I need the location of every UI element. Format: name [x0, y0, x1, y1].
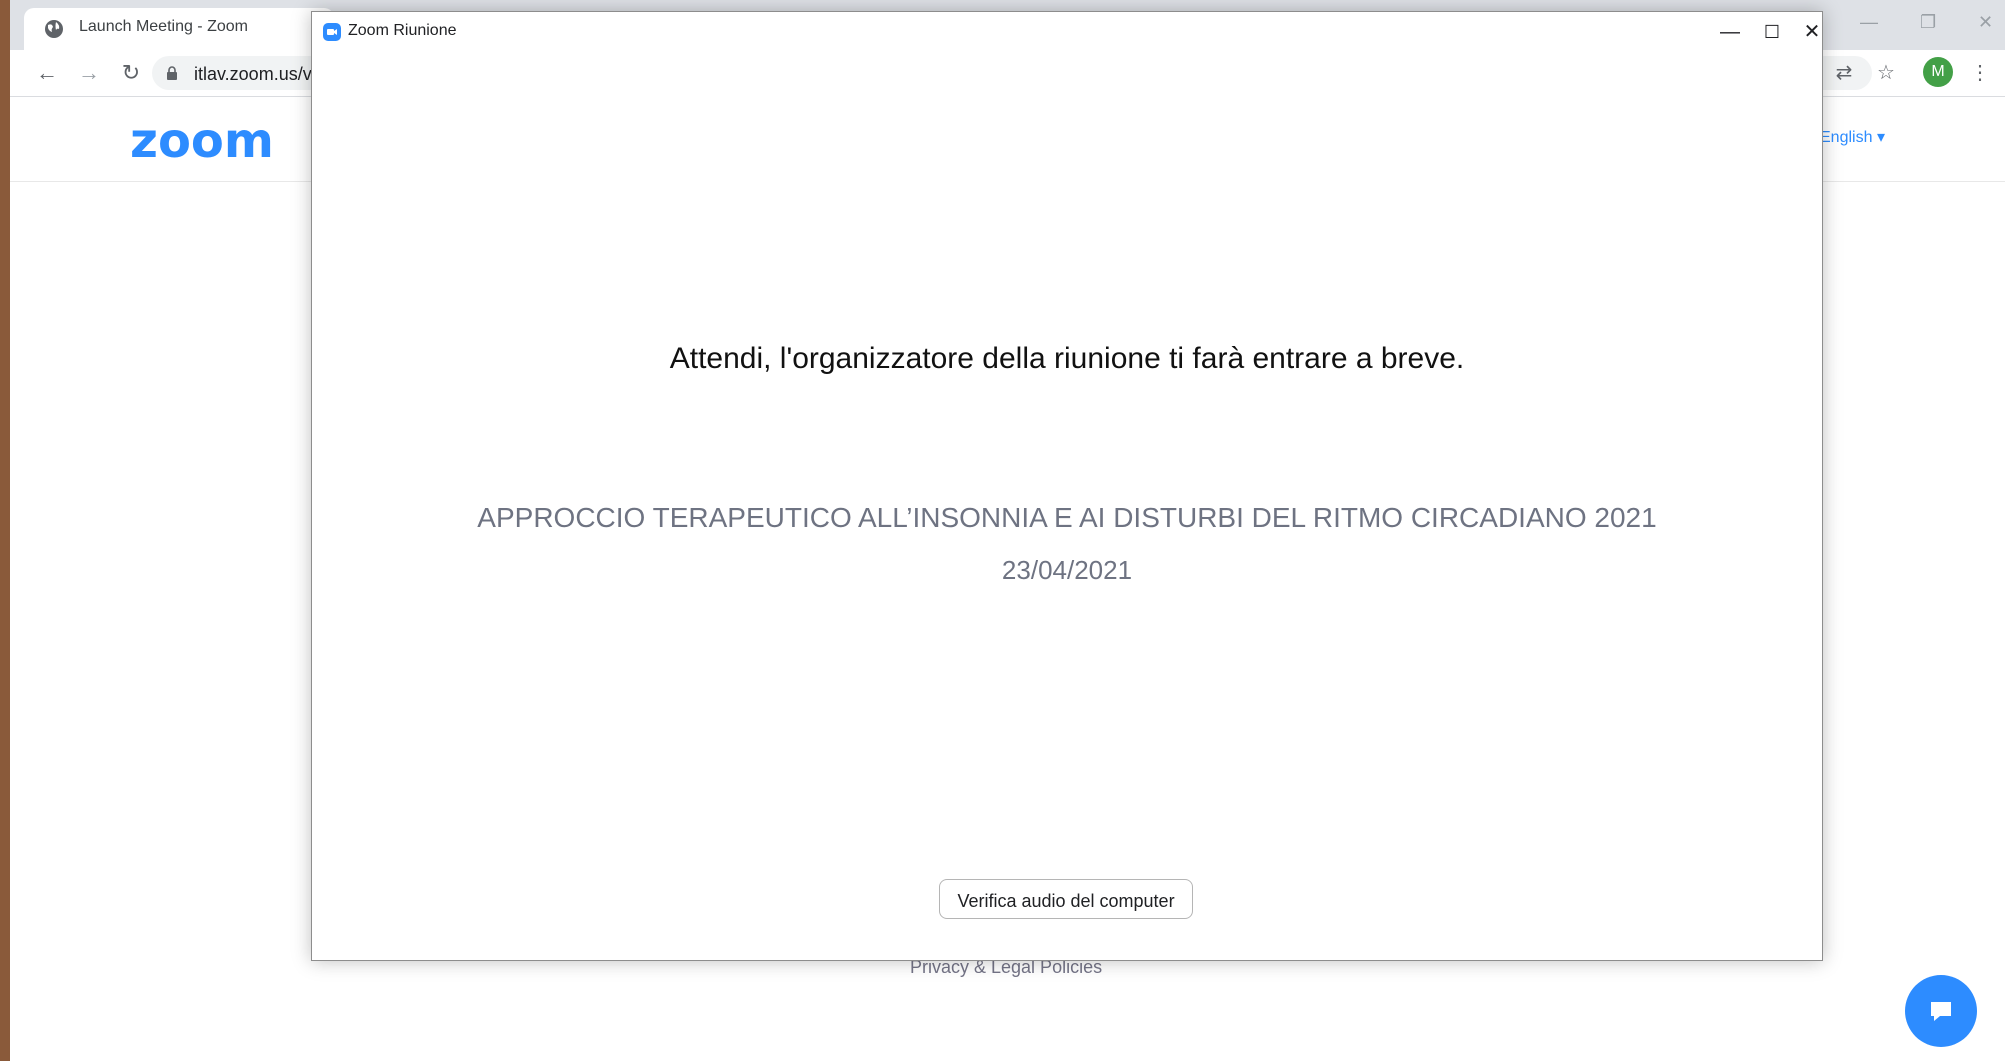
caret-down-icon: ▾ [1876, 129, 1885, 146]
globe-icon [45, 20, 63, 38]
restore-icon[interactable]: ❐ [1920, 12, 1936, 33]
zoom-window-titlebar: Zoom Riunione — ☐ ✕ [312, 12, 1822, 52]
chat-icon [1931, 1002, 1951, 1021]
meeting-date: 23/04/2021 [1001, 555, 1133, 585]
maximize-icon[interactable]: ☐ [1752, 18, 1792, 46]
close-icon[interactable]: ✕ [1792, 18, 1832, 46]
translate-icon[interactable]: ⇄ [1830, 59, 1858, 87]
url-text: itlav.zoom.us/v [194, 64, 312, 84]
zoom-app-icon [323, 23, 341, 41]
close-icon[interactable]: ✕ [1978, 12, 1993, 33]
tab-title: Launch Meeting - Zoom [79, 18, 248, 35]
star-icon[interactable]: ☆ [1872, 59, 1900, 87]
language-selector[interactable]: English ▾ [1820, 127, 1885, 147]
minimize-icon[interactable]: — [1860, 12, 1878, 33]
reload-icon[interactable]: ↻ [116, 58, 146, 88]
profile-avatar[interactable]: M [1923, 57, 1953, 87]
browser-tab[interactable]: Launch Meeting - Zoom ✕ [24, 8, 334, 50]
zoom-logo[interactable]: zoom [130, 113, 274, 169]
lock-icon [167, 66, 177, 80]
kebab-menu-icon[interactable]: ⋮ [1966, 59, 1994, 87]
meeting-topic: APPROCCIO TERAPEUTICO ALL’INSONNIA E AI … [477, 502, 1657, 533]
forward-icon[interactable]: → [74, 58, 104, 88]
chat-button[interactable] [1905, 975, 1977, 1047]
back-icon[interactable]: ← [32, 58, 62, 88]
zoom-meeting-window: Zoom Riunione — ☐ ✕ Attendi, l'organizza… [311, 11, 1823, 961]
waiting-message: Attendi, l'organizzatore della riunione … [669, 342, 1465, 375]
zoom-window-title: Zoom Riunione [348, 22, 457, 39]
test-computer-audio-button[interactable]: Verifica audio del computer [939, 879, 1193, 919]
language-label: English [1820, 129, 1873, 146]
minimize-icon[interactable]: — [1710, 18, 1750, 46]
